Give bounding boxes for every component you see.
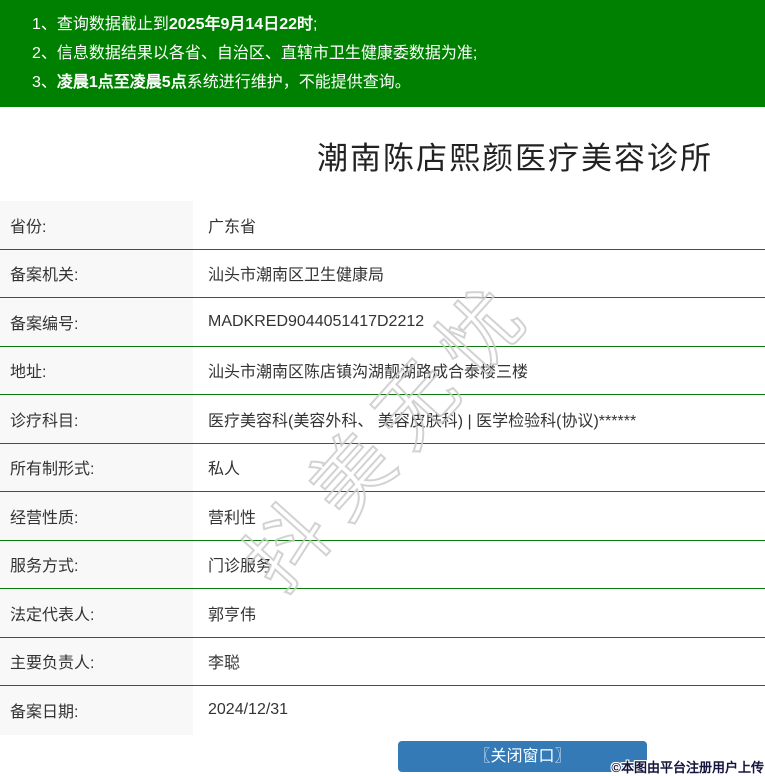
row-value: 门诊服务	[208, 558, 273, 576]
notice-line-3: 3、凌晨1点至凌晨5点系统进行维护，不能提供查询。	[0, 68, 765, 97]
row-label: 经营性质:	[0, 492, 193, 540]
row-value: MADKRED9044051417D2212	[208, 312, 425, 330]
row-value: 2024/12/31	[208, 701, 289, 719]
notice-2-text: 2、信息数据结果以各省、自治区、直辖市卫生健康委数据为准;	[32, 45, 478, 62]
notice-banner: 1、查询数据截止到2025年9月14日22时; 2、信息数据结果以各省、自治区、…	[0, 0, 765, 107]
row-value: 李聪	[208, 655, 241, 673]
row-value: 医疗美容科(美容外科、 美容皮肤科) | 医学检验科(协议)******	[208, 412, 637, 430]
table-row-business-nature: 经营性质: 营利性	[0, 492, 765, 541]
row-label: 备案编号:	[0, 298, 193, 346]
table-row-main-person-in-charge: 主要负责人: 李聪	[0, 637, 765, 686]
upload-credit: ©本图由平台注册用户上传	[611, 760, 764, 775]
table-row-province: 省份: 广东省	[0, 201, 765, 250]
notice-line-2: 2、信息数据结果以各省、自治区、直辖市卫生健康委数据为准;	[0, 39, 765, 68]
row-label: 地址:	[0, 346, 193, 394]
row-label: 备案机关:	[0, 249, 193, 297]
row-label: 诊疗科目:	[0, 395, 193, 443]
row-label: 主要负责人:	[0, 637, 193, 685]
table-row-treatment-subjects: 诊疗科目: 医疗美容科(美容外科、 美容皮肤科) | 医学检验科(协议)****…	[0, 395, 765, 444]
notice-1-bold: 2025年9月14日22时	[168, 16, 313, 33]
row-label: 法定代表人:	[0, 589, 193, 637]
table-row-record-authority: 备案机关: 汕头市潮南区卫生健康局	[0, 249, 765, 298]
row-label: 省份:	[0, 201, 193, 249]
table-row-address: 地址: 汕头市潮南区陈店镇沟湖靓湖路成合泰楼三楼	[0, 346, 765, 395]
table-row-record-number: 备案编号: MADKRED9044051417D2212	[0, 298, 765, 347]
row-value: 私人	[208, 461, 241, 479]
notice-3-text: 3、	[32, 74, 57, 91]
notice-line-1: 1、查询数据截止到2025年9月14日22时;	[0, 10, 765, 39]
row-value: 汕头市潮南区卫生健康局	[208, 267, 385, 285]
row-value: 汕头市潮南区陈店镇沟湖靓湖路成合泰楼三楼	[208, 364, 529, 382]
table-row-ownership-form: 所有制形式: 私人	[0, 443, 765, 492]
row-label: 所有制形式:	[0, 443, 193, 491]
page-title: 潮南陈店熙颜医疗美容诊所	[317, 141, 713, 176]
row-value: 郭亨伟	[208, 606, 257, 624]
row-label: 服务方式:	[0, 540, 193, 588]
table-row-record-date: 备案日期: 2024/12/31	[0, 686, 765, 735]
notice-3-suffix: 系统进行维护，不能提供查询。	[186, 74, 411, 91]
info-table: 省份: 广东省 备案机关: 汕头市潮南区卫生健康局 备案编号: MADKRED9…	[0, 201, 765, 735]
notice-3-bold: 凌晨1点至凌晨5点	[56, 74, 187, 91]
table-row-legal-representative: 法定代表人: 郭亨伟	[0, 589, 765, 638]
notice-1-suffix: ;	[313, 16, 318, 33]
notice-1-text: 1、查询数据截止到	[32, 16, 169, 33]
row-value: 广东省	[208, 218, 257, 236]
row-label: 备案日期:	[0, 686, 193, 735]
close-window-button[interactable]: 〖关闭窗口〗	[398, 741, 647, 772]
row-value: 营利性	[208, 509, 257, 527]
table-row-service-mode: 服务方式: 门诊服务	[0, 540, 765, 589]
